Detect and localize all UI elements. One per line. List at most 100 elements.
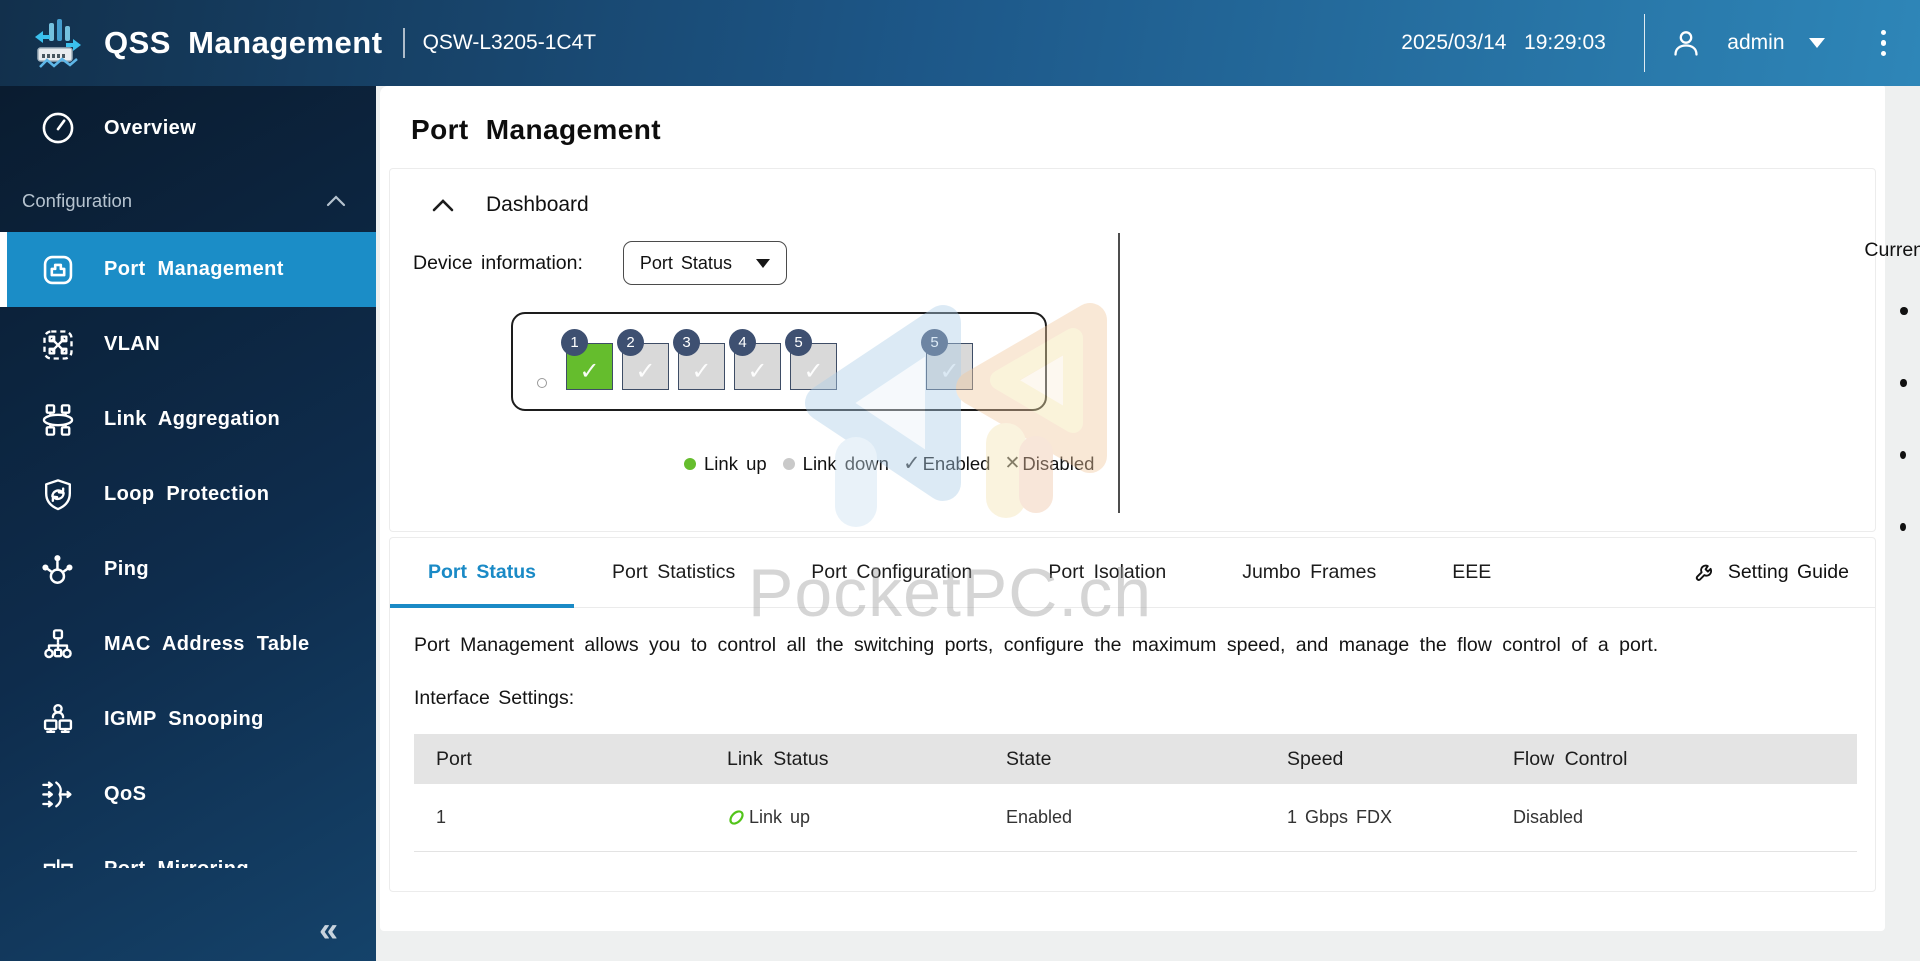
sidebar-item-label: Link Aggregation	[104, 408, 281, 430]
link-status-text: Link up	[749, 806, 811, 827]
vlan-icon	[43, 329, 73, 360]
igmp-snooping-icon	[43, 703, 73, 733]
dashboard-collapse-header[interactable]: Dashboard	[390, 169, 1875, 217]
current-port-status-panel: Current Port status: Link up: 1 port Lin…	[1864, 217, 1920, 576]
cell-state: Enabled	[984, 784, 1265, 852]
main-content: Port Management Dashboard Device informa…	[376, 86, 1920, 961]
header-right: 2025/03/14 19:29:03 admin	[1401, 14, 1890, 72]
legend-label: Link down	[802, 452, 889, 474]
status-list: Link up: 1 port Link down: 4 port Enable…	[1864, 288, 1920, 550]
sidebar-item-ping[interactable]: Ping	[0, 532, 376, 607]
sidebar-item-loop-protection[interactable]: Loop Protection	[0, 457, 376, 532]
status-item-link-down: Link down: 4 port	[1864, 360, 1920, 406]
link-down-dot-icon	[782, 457, 795, 470]
sidebar-item-overview[interactable]: Overview	[0, 98, 376, 158]
header-divider	[1643, 14, 1646, 72]
sidebar-item-vlan[interactable]: VLAN	[0, 307, 376, 382]
sidebar-item-label: QoS	[104, 783, 147, 805]
port-number-badge: 3	[673, 329, 700, 356]
page-title: Port Management	[411, 114, 661, 145]
sidebar-item-igmp-snooping[interactable]: IGMP Snooping	[0, 682, 376, 757]
sidebar-item-label: Loop Protection	[104, 483, 270, 505]
tab-content: Port Management allows you to control al…	[390, 608, 1875, 852]
tab-port-status[interactable]: Port Status	[390, 538, 575, 608]
switch-led-icon	[537, 378, 547, 388]
chevron-up-icon	[432, 198, 454, 211]
legend-label: Link up	[704, 452, 767, 474]
cell-flow-control: Disabled	[1491, 784, 1857, 852]
cell-port: 1	[414, 784, 705, 852]
sidebar-item-qos[interactable]: QoS	[0, 757, 376, 832]
table-row: 1 Link up Enabled 1 Gbps FDX Disabled	[414, 784, 1857, 852]
user-caret-icon[interactable]	[1808, 38, 1825, 48]
link-aggregation-icon	[42, 403, 74, 436]
link-up-dot-icon	[684, 457, 696, 470]
sidebar-item-port-mirroring[interactable]: Port Mirroring	[0, 832, 376, 868]
status-item-disabled: Disabled: 0 port	[1864, 504, 1920, 550]
section-label: Configuration	[22, 190, 133, 211]
device-information-value: Port Status	[639, 252, 732, 273]
device-model: QSW-L3205-1C4T	[422, 31, 597, 54]
loop-protection-icon	[45, 478, 71, 510]
check-icon: ✓	[902, 452, 921, 475]
user-menu[interactable]: admin	[1671, 28, 1825, 58]
sidebar-item-label: Overview	[104, 116, 197, 139]
legend-label: Disabled	[1022, 452, 1095, 474]
dashboard-body: Device information: Port Status 1 ✓ 2 ✓ …	[390, 217, 1920, 576]
chevron-up-icon	[326, 195, 346, 207]
port-management-icon	[43, 255, 73, 284]
tab-port-statistics[interactable]: Port Statistics	[574, 538, 773, 607]
user-icon	[1674, 31, 1698, 56]
title-divider	[402, 28, 405, 58]
tab-port-configuration[interactable]: Port Configuration	[773, 538, 1010, 607]
port-4[interactable]: 4	[729, 329, 781, 390]
switch-diagram: 1 2 3 4	[511, 312, 1047, 411]
port-number-badge: 4	[729, 329, 756, 356]
interface-settings-table: Port Link Status State Speed Flow Contro…	[414, 734, 1857, 852]
dashboard-title: Dashboard	[486, 193, 589, 216]
device-information-select[interactable]: Port Status	[622, 241, 787, 285]
link-up-icon	[729, 810, 744, 825]
sidebar-item-port-management[interactable]: Port Management	[0, 232, 376, 307]
port-1[interactable]: 1	[561, 329, 613, 390]
column-header-link-status: Link Status	[705, 734, 984, 784]
port-5[interactable]: 5	[785, 329, 837, 390]
overview-icon	[42, 112, 74, 144]
tab-jumbo-frames[interactable]: Jumbo Frames	[1204, 538, 1414, 607]
device-information-label: Device information:	[413, 251, 583, 274]
sidebar-item-mac-address-table[interactable]: MAC Address Table	[0, 607, 376, 682]
bullet-icon	[1900, 307, 1908, 315]
tab-eee[interactable]: EEE	[1414, 538, 1529, 607]
port-5-combo[interactable]: 5	[921, 329, 973, 390]
table-header-row: Port Link Status State Speed Flow Contro…	[414, 734, 1857, 784]
port-2[interactable]: 2	[617, 329, 669, 390]
legend-label: Enabled	[922, 452, 991, 474]
cell-link-status: Link up	[705, 784, 984, 852]
page: QSS Management QSW-L3205-1C4T 2025/03/14…	[0, 0, 1920, 961]
dashboard-panel: Dashboard Device information: Port Statu…	[389, 168, 1920, 532]
column-header-speed: Speed	[1265, 734, 1491, 784]
sidebar-item-label: Ping	[104, 558, 149, 580]
port-number-badge: 2	[617, 329, 644, 356]
bullet-icon	[1900, 523, 1906, 531]
current-port-status-title: Current Port status:	[1864, 239, 1920, 261]
sidebar-item-label: IGMP Snooping	[104, 708, 264, 730]
header-brand: QSS Management QSW-L3205-1C4T	[30, 15, 596, 71]
app-logo-icon	[35, 19, 81, 68]
port-3[interactable]: 3	[673, 329, 725, 390]
tab-port-isolation[interactable]: Port Isolation	[1010, 538, 1204, 607]
port-status-legend: Link up Link down ✓ Enabled ✕ Disabled	[684, 451, 1094, 476]
sidebar-section-configuration[interactable]: Configuration	[0, 178, 376, 224]
interface-settings-label: Interface Settings:	[414, 687, 575, 709]
column-header-flow-control: Flow Control	[1491, 734, 1857, 784]
bullet-icon	[1900, 451, 1907, 459]
column-header-state: State	[984, 734, 1265, 784]
sidebar-collapse-icon[interactable]: «	[319, 913, 338, 947]
port-mirroring-icon	[43, 858, 73, 868]
sidebar-item-label: MAC Address Table	[104, 633, 310, 655]
kebab-menu-icon[interactable]	[1877, 26, 1891, 61]
ping-icon	[42, 554, 73, 584]
status-item-link-up: Link up: 1 port	[1864, 288, 1920, 334]
sidebar-items: Port Management VLAN Link Aggregation Lo…	[0, 232, 376, 868]
sidebar-item-link-aggregation[interactable]: Link Aggregation	[0, 382, 376, 457]
